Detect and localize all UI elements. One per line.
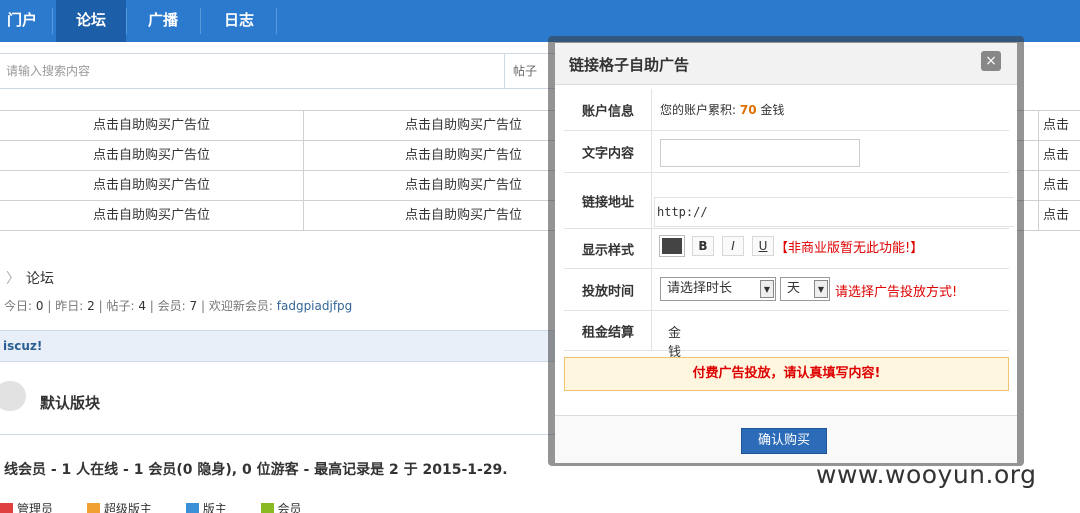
forum-name-link[interactable]: 默认版块 [40,392,100,413]
account-unit: 金钱 [760,103,785,117]
stat-divider: | [47,299,52,313]
underline-button[interactable]: U [752,236,774,256]
ad-slot[interactable]: 点击 [1038,111,1080,140]
rent-amount: 金钱 [668,326,682,360]
divider [0,434,560,435]
nav-blog[interactable]: 日志 [204,0,274,42]
text-content-input[interactable] [660,139,860,167]
unit-select-value: 天 [787,281,801,296]
color-picker-icon[interactable] [659,235,685,257]
stat-today-label: 今日: [4,299,33,313]
ad-form: 账户信息 您的账户累积: 70 金钱 文字内容 链接地址 http:// 显示样… [564,89,1014,360]
stat-yesterday-value: 2 [87,299,95,313]
confirm-purchase-button[interactable]: 确认购买 [741,428,827,454]
stat-members-value: 7 [189,299,198,313]
duration-select-value: 请选择时长 [667,281,733,296]
nav-portal[interactable]: 门户 [0,0,50,42]
duration-select[interactable]: 请选择时长 ▼ [660,277,776,301]
category-header[interactable]: iscuz! [0,330,560,362]
forum-stats: 今日: 0 | 昨日: 2 | 帖子: 4 | 会员: 7 | 欢迎新会员: f… [4,297,352,314]
style-row: 显示样式 B I U 【非商业版暂无此功能!】 [564,229,1009,269]
dialog-title: 链接格子自助广告 [569,56,690,74]
legend-item: 超级版主 [86,500,152,513]
legend-label: 版主 [202,502,227,513]
rent-label: 租金结算 [564,311,652,350]
dialog-header: 链接格子自助广告 × [555,43,1017,85]
chevron-down-icon: ▼ [814,280,828,298]
url-row: 链接地址 http:// [564,173,1014,229]
member-legend: 管理员 超级版主 版主 会员 [0,500,332,513]
ad-slot[interactable]: 点击自助购买广告位 [0,201,303,230]
ad-slot[interactable]: 点击 [1038,141,1080,170]
stat-divider: | [201,299,206,313]
nav-divider [52,8,53,34]
legend-label: 会员 [277,502,302,513]
rent-row: 租金结算 金钱 [564,311,1009,360]
stat-yesterday-label: 昨日: [55,299,84,313]
super-moderator-icon [86,503,100,513]
nav-broadcast[interactable]: 广播 [128,0,198,42]
account-label: 账户信息 [564,89,652,130]
url-value: http:// [654,173,1014,228]
stat-posts-label: 帖子: [106,299,135,313]
legend-item: 会员 [260,500,302,513]
style-warning: 【非商业版暂无此功能!】 [775,241,924,256]
breadcrumb: 〉论坛 [6,268,54,288]
account-amount: 70 [739,103,757,117]
ad-slot[interactable]: 点击 [1038,171,1080,200]
newest-member-link[interactable]: fadgpiadjfpg [277,299,353,313]
nav-divider [276,8,277,34]
chevron-right-icon: 〉 [6,271,20,287]
breadcrumb-current[interactable]: 论坛 [26,271,54,287]
nav-divider [126,8,127,34]
legend-item: 管理员 [0,500,53,513]
time-value: 请选择时长 ▼ 天 ▼ 请选择广告投放方式! [657,269,1007,310]
stat-today-value: 0 [35,299,44,313]
ad-slot[interactable]: 点击自助购买广告位 [0,111,303,140]
admin-icon [0,503,13,513]
text-row: 文字内容 [564,131,1009,173]
stat-members-label: 会员: [157,299,186,313]
member-icon [260,503,274,513]
style-label: 显示样式 [564,229,652,268]
dialog-footer: 确认购买 [555,415,1017,463]
watermark: www.wooyun.org [816,460,1037,489]
time-label: 投放时间 [564,269,652,310]
url-label: 链接地址 [564,173,652,228]
text-label: 文字内容 [564,131,652,172]
stat-divider: | [98,299,103,313]
stat-welcome: 欢迎新会员: [208,299,273,313]
legend-label: 超级版主 [103,502,152,513]
ad-slot[interactable]: 点击自助购买广告位 [0,141,303,170]
notice-banner: 付费广告投放，请认真填写内容! [564,357,1009,391]
ad-slot[interactable]: 点击自助购买广告位 [0,171,303,200]
chevron-down-icon: ▼ [760,280,774,298]
stat-divider: | [149,299,154,313]
account-prefix: 您的账户累积: [660,103,737,117]
stat-posts-value: 4 [138,299,146,313]
nav-divider [200,8,201,34]
nav-forum[interactable]: 论坛 [56,0,126,42]
url-input[interactable]: http:// [654,197,1014,227]
online-members-text: 线会员 - 1 人在线 - 1 会员(0 隐身), 0 位游客 - 最高记录是 … [4,462,508,478]
ad-purchase-dialog: 链接格子自助广告 × 账户信息 您的账户累积: 70 金钱 文字内容 链接地址 … [555,43,1017,463]
text-value [660,131,1000,172]
ad-slot[interactable]: 点击 [1038,201,1080,230]
search-input[interactable]: 请输入搜索内容 [0,53,505,89]
unit-select[interactable]: 天 ▼ [780,277,830,301]
time-hint: 请选择广告投放方式! [835,285,958,300]
forum-icon [0,381,26,411]
account-row: 账户信息 您的账户累积: 70 金钱 [564,89,1009,131]
bold-button[interactable]: B [692,236,714,256]
style-value: B I U 【非商业版暂无此功能!】 [659,229,1000,268]
legend-item: 版主 [185,500,227,513]
close-icon[interactable]: × [981,51,1001,71]
time-row: 投放时间 请选择时长 ▼ 天 ▼ 请选择广告投放方式! [564,269,1009,311]
italic-button[interactable]: I [722,236,744,256]
moderator-icon [185,503,199,513]
legend-label: 管理员 [17,502,54,513]
